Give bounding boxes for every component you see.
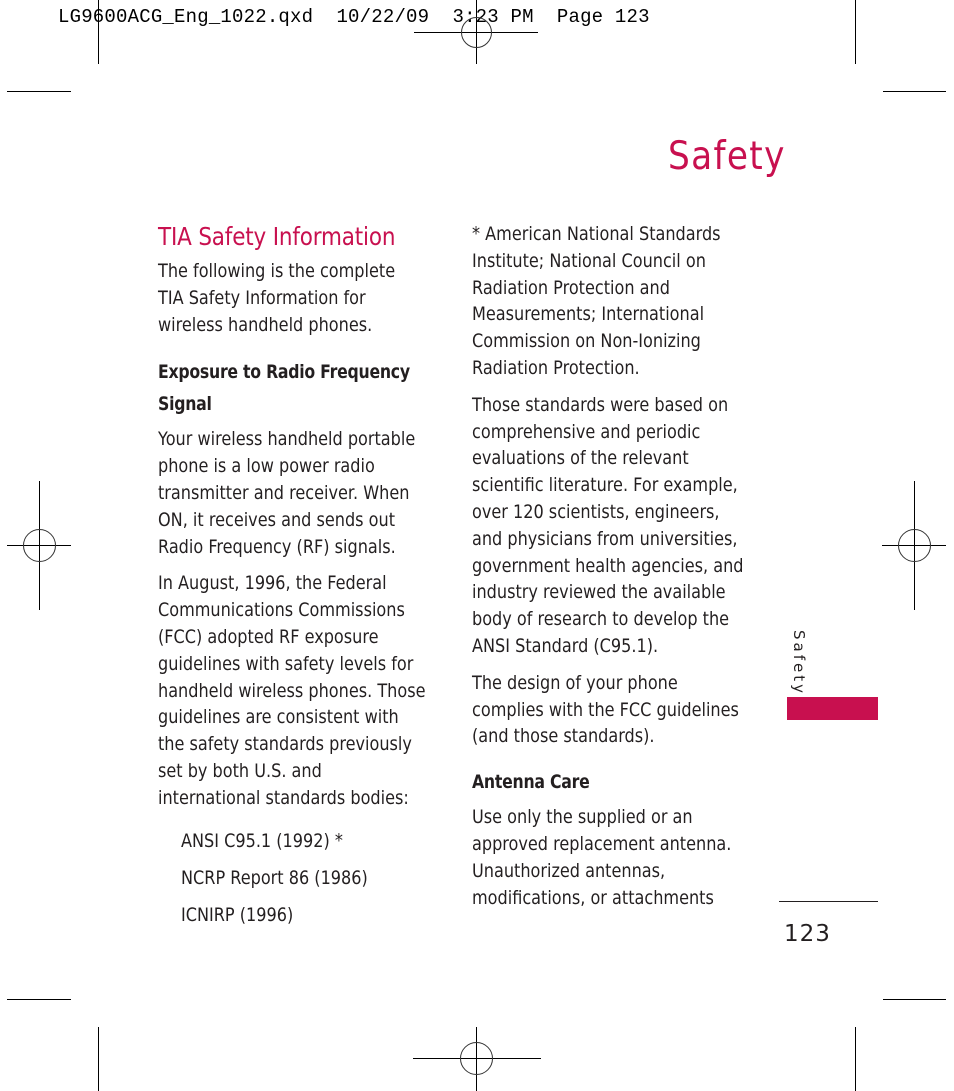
- side-tab-label: Safety: [790, 630, 808, 696]
- body-paragraph: In August, 1996, the Federal Communicati…: [158, 573, 426, 809]
- antenna-paragraph: Use only the supplied or an approved rep…: [472, 807, 732, 909]
- crop-mark-top-left-vertical: [98, 0, 99, 64]
- left-column: TIA Safety Information The following is …: [158, 222, 448, 934]
- crop-mark-bottom-left-vertical: [98, 1027, 99, 1091]
- subheading-antenna-care: Antenna Care: [472, 772, 590, 794]
- standards-list-item: NCRP Report 86 (1986): [181, 867, 368, 889]
- subheading-exposure: Exposure to Radio Frequency Signal: [158, 362, 410, 416]
- crop-mark-top-right-horizontal: [883, 91, 946, 92]
- crop-mark-bottom-left-horizontal: [7, 999, 71, 1000]
- right-column: * American National Standards Institute;…: [472, 222, 762, 922]
- body-paragraph: Your wireless handheld portable phone is…: [158, 429, 416, 558]
- crop-mark-bottom-right-vertical: [855, 1027, 856, 1091]
- side-tab-marker: [787, 697, 878, 720]
- crop-mark-top-left-horizontal: [7, 91, 71, 92]
- standards-list-item: ANSI C95.1 (1992) *: [181, 830, 343, 852]
- crop-mark-bottom-right-horizontal: [883, 999, 946, 1000]
- section-heading: TIA Safety Information: [158, 222, 396, 251]
- standards-list-item: ICNIRP (1996): [181, 904, 294, 926]
- crop-mark-top-right-vertical: [855, 0, 856, 64]
- body-paragraph: The design of your phone complies with t…: [472, 672, 739, 748]
- intro-paragraph: The following is the complete TIA Safety…: [158, 261, 396, 336]
- page-number-rule: [779, 901, 878, 902]
- chapter-title: Safety: [668, 134, 786, 179]
- body-paragraph: Those standards were based on comprehens…: [472, 394, 744, 657]
- printer-slug-line: LG9600ACG_Eng_1022.qxd 10/22/09 3:23 PM …: [58, 6, 650, 28]
- standards-list: ANSI C95.1 (1992) * NCRP Report 86 (1986…: [181, 823, 448, 934]
- page-number: 123: [784, 921, 831, 947]
- footnote-paragraph: * American National Standards Institute;…: [472, 224, 721, 379]
